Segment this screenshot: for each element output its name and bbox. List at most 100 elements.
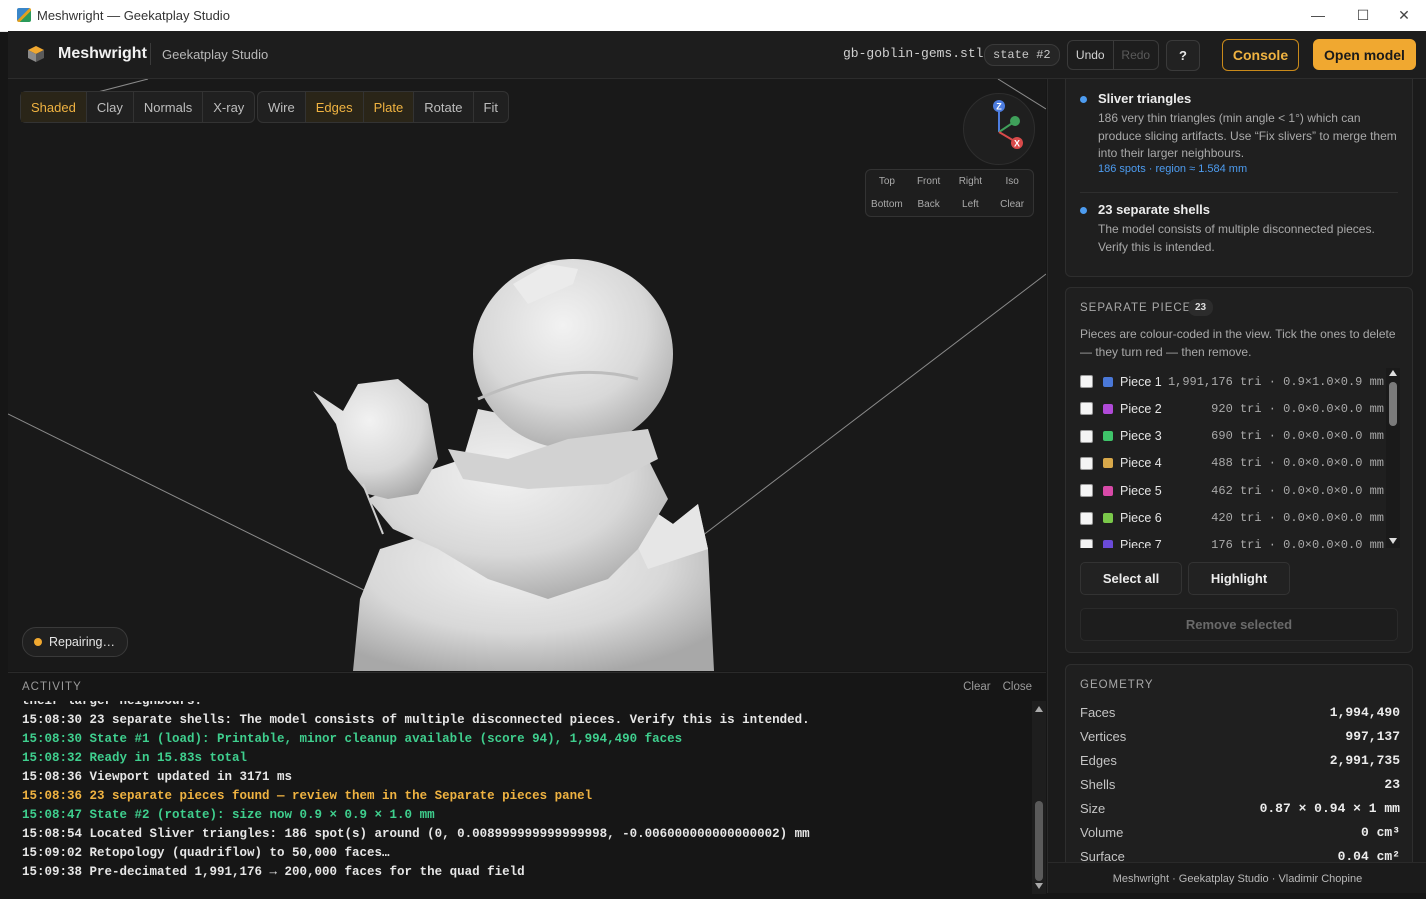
pieces-description: Pieces are colour-coded in the view. Tic…	[1080, 327, 1396, 359]
piece-checkbox[interactable]	[1080, 538, 1093, 548]
geometry-label: Vertices	[1080, 729, 1127, 744]
geometry-card: GEOMETRY Faces 1,994,490 Vertices 997,137 Ed…	[1065, 664, 1413, 893]
piece-row[interactable]: Piece 7 176 tri · 0.0×0.0×0.0 mm	[1080, 532, 1384, 548]
piece-row[interactable]: Piece 2 920 tri · 0.0×0.0×0.0 mm	[1080, 395, 1384, 422]
issue-meta-link[interactable]: 186 spots · region ≈ 1.584 mm	[1098, 163, 1247, 175]
geometry-value: 997,137	[1345, 729, 1400, 744]
piece-row[interactable]: Piece 4 488 tri · 0.0×0.0×0.0 mm	[1080, 450, 1384, 477]
clay-mode-button[interactable]: Clay	[87, 92, 134, 122]
activity-clear-button[interactable]: Clear	[963, 681, 990, 693]
view-back-button[interactable]: Back	[908, 193, 950, 216]
geometry-label: Volume	[1080, 825, 1124, 840]
piece-info: 488 tri · 0.0×0.0×0.0 mm	[1211, 456, 1384, 471]
piece-row[interactable]: Piece 6 420 tri · 0.0×0.0×0.0 mm	[1080, 505, 1384, 532]
issue-title: 23 separate shells	[1098, 202, 1211, 217]
view-right-button[interactable]: Right	[950, 170, 992, 193]
view-presets: Top Front Right Iso Bottom Back Left Cle…	[865, 169, 1034, 217]
close-window-button[interactable]: ✕	[1381, 0, 1426, 30]
issue-bullet-icon	[1080, 207, 1087, 214]
piece-checkbox[interactable]	[1080, 484, 1093, 498]
piece-row[interactable]: Piece 3 690 tri · 0.0×0.0×0.0 mm	[1080, 423, 1384, 450]
window-title: Meshwright — Geekatplay Studio	[37, 8, 230, 23]
activity-log[interactable]: their larger neighbours. 15:08:30 23 sepa…	[8, 701, 1030, 894]
rotate-button[interactable]: Rotate	[414, 92, 474, 122]
fit-button[interactable]: Fit	[474, 92, 508, 122]
activity-actions: Clear Close	[963, 681, 1032, 693]
axis-gizmo-icon: Z X	[993, 100, 1023, 149]
studio-name: Geekatplay Studio	[162, 47, 269, 62]
orientation-gizmo[interactable]: Z X	[963, 93, 1035, 165]
wire-toggle[interactable]: Wire	[258, 92, 306, 122]
remove-selected-button[interactable]: Remove selected	[1080, 608, 1398, 641]
undo-button[interactable]: Undo	[1068, 41, 1113, 69]
activity-close-button[interactable]: Close	[1003, 681, 1032, 693]
view-top-button[interactable]: Top	[866, 170, 908, 193]
open-model-button[interactable]: Open model	[1313, 39, 1416, 70]
3d-viewport[interactable]: Shaded Clay Normals X-ray Wire Edges Pla…	[8, 79, 1046, 671]
log-line: 15:09:38 Pre-decimated 1,991,176 → 200,0…	[22, 865, 525, 879]
piece-color-swatch	[1103, 485, 1113, 496]
piece-name: Piece 6	[1120, 511, 1162, 525]
os-title-bar: Meshwright — Geekatplay Studio — ☐ ✕	[0, 0, 1426, 32]
piece-checkbox[interactable]	[1080, 402, 1093, 416]
separate-pieces-card: SEPARATE PIECES 23 Pieces are colour-cod…	[1065, 287, 1413, 653]
shaded-mode-button[interactable]: Shaded	[21, 92, 87, 122]
piece-row[interactable]: Piece 1 1,991,176 tri · 0.9×1.0×0.9 mm	[1080, 368, 1384, 395]
piece-row[interactable]: Piece 5 462 tri · 0.0×0.0×0.0 mm	[1080, 477, 1384, 504]
edges-toggle[interactable]: Edges	[305, 92, 364, 122]
piece-checkbox[interactable]	[1080, 429, 1093, 443]
pieces-scrollbar[interactable]	[1386, 368, 1400, 548]
shading-mode-toolbar: Shaded Clay Normals X-ray	[20, 91, 256, 123]
view-front-button[interactable]: Front	[908, 170, 950, 193]
right-sidebar: Sliver triangles 186 very thin triangles…	[1047, 79, 1426, 893]
piece-checkbox[interactable]	[1080, 456, 1093, 470]
status-dot-icon	[34, 638, 42, 646]
pieces-list[interactable]: Piece 1 1,991,176 tri · 0.9×1.0×0.9 mm Pie…	[1066, 368, 1384, 548]
scroll-down-icon	[1389, 538, 1397, 544]
piece-name: Piece 7	[1120, 538, 1162, 548]
log-line: 15:08:32 Ready in 15.83s total	[22, 751, 248, 765]
view-clear-button[interactable]: Clear	[991, 193, 1033, 216]
redo-button[interactable]: Redo	[1112, 41, 1159, 69]
activity-scrollbar[interactable]	[1032, 701, 1046, 894]
xray-mode-button[interactable]: X-ray	[203, 92, 254, 122]
app-icon	[17, 8, 31, 22]
scroll-down-icon	[1035, 883, 1043, 889]
piece-info: 920 tri · 0.0×0.0×0.0 mm	[1211, 401, 1384, 416]
geometry-title: GEOMETRY	[1080, 679, 1154, 691]
issue-description: The model consists of multiple disconnec…	[1098, 222, 1375, 254]
piece-checkbox[interactable]	[1080, 375, 1093, 388]
piece-info: 176 tri · 0.0×0.0×0.0 mm	[1211, 538, 1384, 548]
view-iso-button[interactable]: Iso	[991, 170, 1033, 193]
plate-toggle[interactable]: Plate	[363, 92, 415, 122]
select-all-button[interactable]: Select all	[1080, 562, 1182, 595]
piece-name: Piece 3	[1120, 429, 1162, 444]
view-toggles-toolbar: Wire Edges Plate Rotate Fit	[257, 91, 509, 123]
normals-mode-button[interactable]: Normals	[134, 92, 204, 122]
help-button[interactable]: ?	[1166, 40, 1200, 71]
issue-title: Sliver triangles	[1098, 91, 1192, 106]
geometry-row: Volume 0 cm³	[1080, 825, 1400, 840]
pieces-title: SEPARATE PIECES	[1080, 302, 1201, 314]
console-button[interactable]: Console	[1222, 39, 1299, 71]
maximize-button[interactable]: ☐	[1340, 0, 1386, 30]
geometry-label: Faces	[1080, 705, 1116, 720]
repair-status-text: Repairing…	[49, 635, 116, 649]
geometry-value: 2,991,735	[1329, 753, 1400, 768]
geometry-value: 0.87 × 0.94 × 1 mm	[1259, 801, 1400, 816]
piece-color-swatch	[1103, 513, 1113, 523]
view-left-button[interactable]: Left	[950, 193, 992, 216]
highlight-button[interactable]: Highlight	[1188, 562, 1290, 595]
piece-checkbox[interactable]	[1080, 511, 1093, 525]
piece-color-swatch	[1103, 431, 1113, 442]
log-line: 15:08:54 Located Sliver triangles: 186 s…	[22, 827, 810, 841]
geometry-row: Faces 1,994,490	[1080, 705, 1400, 720]
minimize-button[interactable]: —	[1295, 0, 1341, 30]
issue-divider	[1080, 192, 1398, 193]
piece-name: Piece 1	[1120, 374, 1162, 389]
piece-color-swatch	[1103, 376, 1113, 387]
piece-info: 420 tri · 0.0×0.0×0.0 mm	[1211, 511, 1384, 525]
piece-name: Piece 2	[1120, 401, 1162, 416]
view-bottom-button[interactable]: Bottom	[866, 193, 908, 216]
activity-title: ACTIVITY	[22, 681, 82, 693]
